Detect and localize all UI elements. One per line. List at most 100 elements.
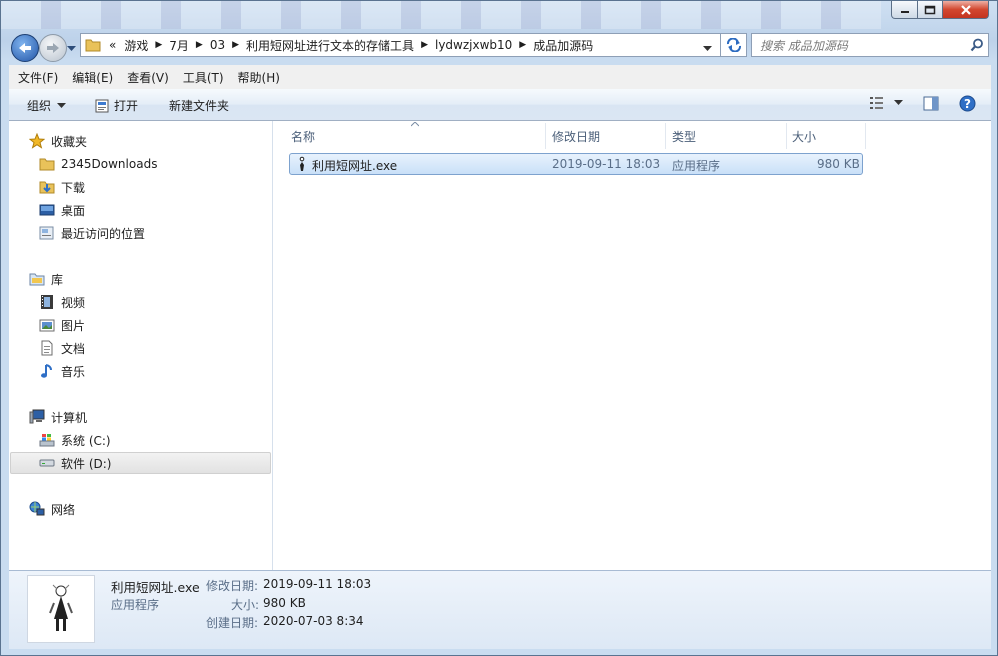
organize-button[interactable]: 组织 xyxy=(27,97,67,114)
view-details-icon xyxy=(870,97,883,109)
breadcrumb-arrow-icon[interactable]: ▶ xyxy=(229,40,242,50)
exe-file-icon xyxy=(49,584,73,631)
drive-icon xyxy=(39,455,55,471)
chevron-down-icon xyxy=(703,46,712,51)
close-icon xyxy=(960,4,971,15)
menu-bar: 文件(F) 编辑(E) 查看(V) 工具(T) 帮助(H) xyxy=(9,65,991,90)
nav-computer[interactable]: 计算机 xyxy=(29,407,87,427)
minimize-icon xyxy=(900,10,909,13)
refresh-icon xyxy=(726,38,741,52)
menu-file[interactable]: 文件(F) xyxy=(9,69,63,86)
nav-item-2345downloads[interactable]: 2345Downloads xyxy=(39,154,157,174)
title-bar[interactable] xyxy=(1,1,881,29)
recent-pages-dropdown[interactable] xyxy=(67,41,76,55)
nav-item-label: 系统 (C:) xyxy=(61,433,111,448)
new-folder-button[interactable]: 新建文件夹 xyxy=(169,97,229,114)
column-header-name[interactable]: 名称 xyxy=(287,123,546,149)
menu-edit[interactable]: 编辑(E) xyxy=(63,69,118,86)
menu-tools[interactable]: 工具(T) xyxy=(174,69,229,86)
help-icon: ? xyxy=(959,95,976,112)
downloads-folder-icon xyxy=(39,179,55,195)
breadcrumb-arrow-icon[interactable]: ▶ xyxy=(152,40,165,50)
svg-text:?: ? xyxy=(964,97,971,111)
breadcrumb-overflow[interactable]: « xyxy=(105,38,120,52)
open-label: 打开 xyxy=(114,99,139,113)
nav-item-label: 视频 xyxy=(61,295,86,310)
breadcrumb-item[interactable]: 03 xyxy=(206,38,229,52)
nav-item-pictures[interactable]: 图片 xyxy=(39,315,85,335)
video-icon xyxy=(39,294,55,310)
file-row[interactable]: 利用短网址.exe 2019-09-11 18:03 应用程序 980 KB xyxy=(289,153,863,175)
details-type: 应用程序 xyxy=(111,598,160,612)
nav-libraries[interactable]: 库 xyxy=(29,269,63,289)
chevron-down-icon xyxy=(57,102,67,108)
nav-computer-label: 计算机 xyxy=(51,410,88,425)
nav-item-label: 文档 xyxy=(61,341,86,356)
details-filename: 利用短网址.exe xyxy=(111,580,200,595)
open-button[interactable]: 打开 xyxy=(95,97,138,114)
nav-item-recent-places[interactable]: 最近访问的位置 xyxy=(39,223,145,243)
nav-libraries-label: 库 xyxy=(51,272,64,287)
details-created-label: 创建日期: xyxy=(206,616,259,630)
preview-pane-button[interactable] xyxy=(923,96,939,111)
breadcrumb-arrow-icon[interactable]: ▶ xyxy=(516,40,529,50)
nav-favorites[interactable]: 收藏夹 xyxy=(29,131,87,151)
nav-item-label: 图片 xyxy=(61,318,86,333)
nav-item-desktop[interactable]: 桌面 xyxy=(39,200,85,220)
breadcrumb-item[interactable]: 7月 xyxy=(165,37,193,54)
help-button[interactable]: ? xyxy=(959,95,976,112)
nav-item-label: 音乐 xyxy=(61,364,86,379)
back-button[interactable] xyxy=(11,34,39,62)
organize-label: 组织 xyxy=(27,99,52,113)
breadcrumb-item[interactable]: 成品加源码 xyxy=(529,37,597,54)
navigation-bar: « 游戏 ▶ 7月 ▶ 03 ▶ 利用短网址进行文本的存储工具 ▶ lydwzj… xyxy=(9,31,991,62)
column-header-label: 大小 xyxy=(792,129,817,144)
column-header-size[interactable]: 大小 xyxy=(788,123,866,149)
nav-item-documents[interactable]: 文档 xyxy=(39,338,85,358)
forward-button[interactable] xyxy=(39,34,67,62)
nav-network-label: 网络 xyxy=(51,502,76,517)
search-input[interactable]: 搜索 成品加源码 xyxy=(752,37,966,54)
nav-item-downloads[interactable]: 下载 xyxy=(39,177,85,197)
change-view-button[interactable] xyxy=(869,96,903,110)
address-history-dropdown[interactable] xyxy=(703,41,712,55)
refresh-button[interactable] xyxy=(721,33,747,57)
nav-favorites-label: 收藏夹 xyxy=(51,134,88,149)
minimize-button[interactable] xyxy=(891,1,918,19)
search-box[interactable]: 搜索 成品加源码 xyxy=(751,33,989,57)
nav-item-drive-d[interactable]: 软件 (D:) xyxy=(39,453,111,473)
details-size-value: 980 KB xyxy=(263,596,306,610)
nav-network[interactable]: 网络 xyxy=(29,499,75,519)
close-button[interactable] xyxy=(943,1,989,19)
breadcrumb-item[interactable]: lydwzjxwb10 xyxy=(431,38,516,52)
nav-item-music[interactable]: 音乐 xyxy=(39,361,85,381)
nav-item-label: 下载 xyxy=(61,180,86,195)
search-icon[interactable] xyxy=(966,38,988,52)
maximize-button[interactable] xyxy=(918,1,943,19)
nav-item-drive-c[interactable]: 系统 (C:) xyxy=(39,430,111,450)
menu-help[interactable]: 帮助(H) xyxy=(229,69,285,86)
chevron-down-icon xyxy=(894,100,903,105)
library-icon xyxy=(29,271,45,287)
breadcrumb-item[interactable]: 利用短网址进行文本的存储工具 xyxy=(242,37,418,54)
address-bar[interactable]: « 游戏 ▶ 7月 ▶ 03 ▶ 利用短网址进行文本的存储工具 ▶ lydwzj… xyxy=(80,33,721,57)
star-icon xyxy=(29,133,45,149)
menu-view[interactable]: 查看(V) xyxy=(118,69,174,86)
column-header-modified[interactable]: 修改日期 xyxy=(548,123,666,149)
breadcrumb-item[interactable]: 游戏 xyxy=(120,37,152,54)
recent-places-icon xyxy=(39,225,55,241)
details-modified-label: 修改日期: xyxy=(206,579,259,593)
column-header-type[interactable]: 类型 xyxy=(668,123,787,149)
nav-item-videos[interactable]: 视频 xyxy=(39,292,85,312)
nav-item-label: 桌面 xyxy=(61,203,86,218)
music-icon xyxy=(39,363,55,379)
network-icon xyxy=(29,501,45,517)
breadcrumb-arrow-icon[interactable]: ▶ xyxy=(193,40,206,50)
breadcrumb-arrow-icon[interactable]: ▶ xyxy=(418,40,431,50)
file-name: 利用短网址.exe xyxy=(312,159,398,173)
document-icon xyxy=(39,340,55,356)
system-drive-icon xyxy=(39,432,55,448)
pictures-icon xyxy=(39,317,55,333)
command-bar: 组织 打开 新建文件夹 ? xyxy=(9,89,991,121)
file-thumbnail xyxy=(27,575,95,643)
